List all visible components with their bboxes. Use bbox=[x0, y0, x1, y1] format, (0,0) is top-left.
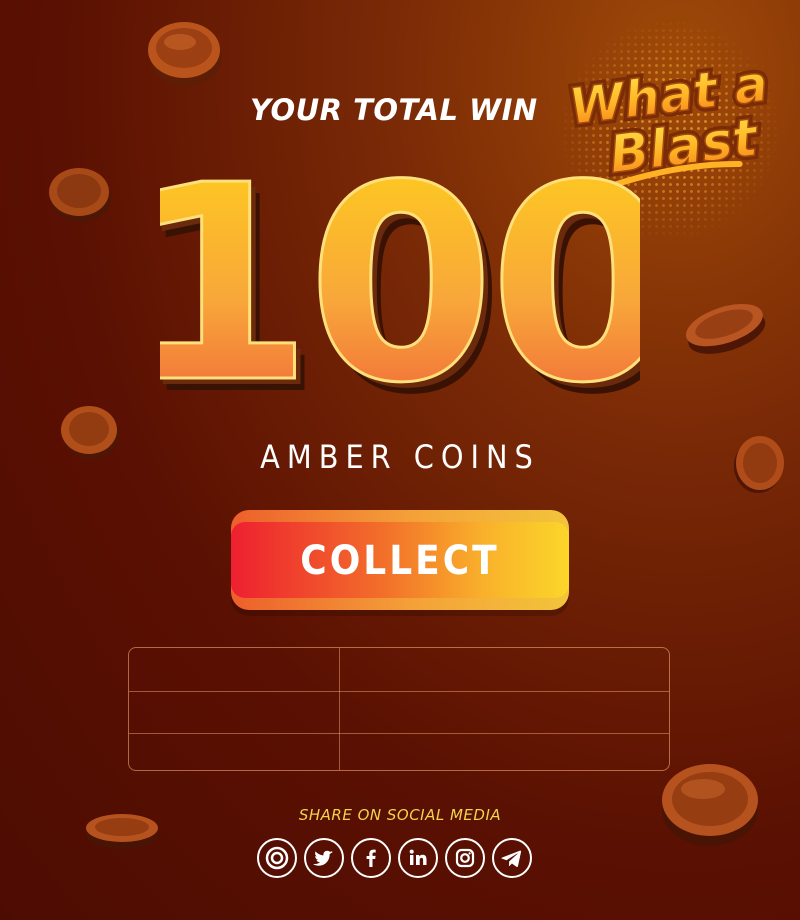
coin-icon bbox=[685, 303, 766, 354]
coin-icon bbox=[49, 168, 111, 222]
target-icon[interactable] bbox=[257, 838, 297, 878]
facebook-icon[interactable] bbox=[351, 838, 391, 878]
share-label: SHARE ON SOCIAL MEDIA bbox=[298, 806, 502, 824]
table-row bbox=[129, 733, 669, 770]
stats-table bbox=[128, 647, 670, 771]
collect-button[interactable]: COLLECT bbox=[231, 510, 569, 610]
coin-icon bbox=[61, 406, 119, 459]
column-divider bbox=[339, 648, 340, 770]
total-win-heading: YOUR TOTAL WIN bbox=[250, 93, 538, 127]
win-screen: What a What a Blast Blast YOUR TOTAL WIN… bbox=[0, 0, 800, 920]
coin-icon bbox=[734, 436, 784, 493]
coin-icon bbox=[148, 22, 222, 86]
table-row bbox=[129, 648, 669, 689]
telegram-icon[interactable] bbox=[492, 838, 532, 878]
currency-label: AMBER COINS bbox=[260, 438, 540, 476]
svg-text:100: 100 bbox=[160, 140, 640, 440]
coin-icon bbox=[86, 814, 158, 849]
linkedin-icon[interactable] bbox=[398, 838, 438, 878]
table-row bbox=[129, 691, 669, 733]
instagram-icon[interactable] bbox=[445, 838, 485, 878]
twitter-icon[interactable] bbox=[304, 838, 344, 878]
collect-button-label: COLLECT bbox=[300, 538, 500, 584]
coin-icon bbox=[662, 764, 758, 846]
social-share-bar bbox=[257, 838, 547, 882]
win-amount: 100 100 100 bbox=[160, 140, 640, 440]
